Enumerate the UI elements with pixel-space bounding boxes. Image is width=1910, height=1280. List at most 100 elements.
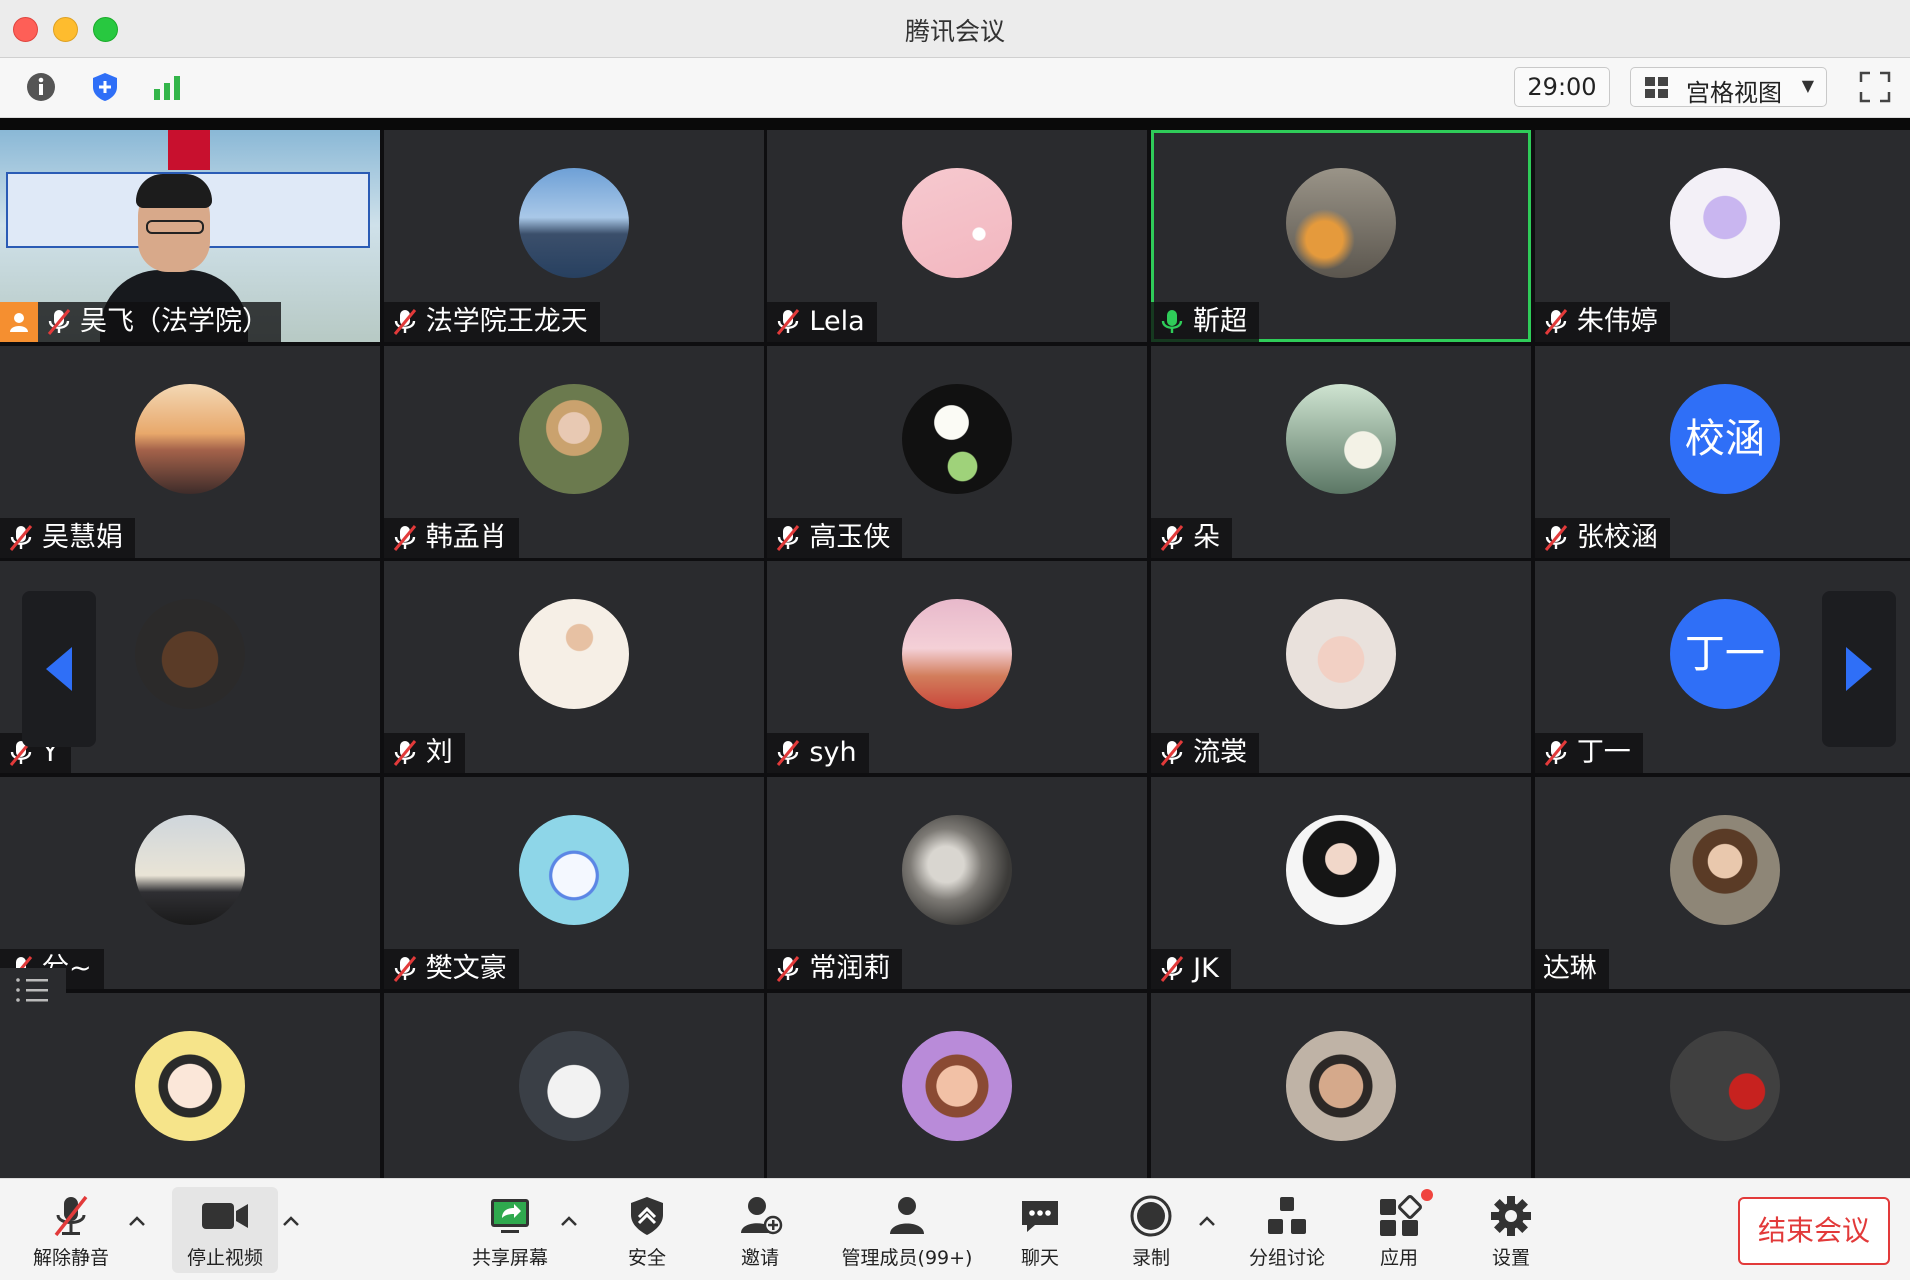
stop-video-button[interactable]: 停止视频 <box>172 1187 278 1273</box>
avatar: 校涵 <box>1669 383 1780 494</box>
participant-name: 吴飞（法学院） <box>80 306 269 338</box>
participant-name: 丁一 <box>1576 737 1631 769</box>
participant-tile[interactable]: syh <box>767 561 1148 774</box>
participant-nameplate: 高玉侠 <box>767 517 903 558</box>
chevron-up-icon[interactable] <box>558 1211 580 1233</box>
glasses-icon <box>146 220 204 234</box>
record-label: 录制 <box>1131 1247 1170 1269</box>
participant-nameplate: 吴飞（法学院） <box>0 302 281 343</box>
video-camera-icon <box>202 1203 248 1229</box>
participant-tile[interactable]: 韩孟肖 <box>383 345 764 558</box>
fullscreen-icon[interactable] <box>1858 70 1892 104</box>
participant-tile[interactable] <box>383 992 764 1178</box>
participant-name: 樊文豪 <box>425 953 507 985</box>
end-meeting-button[interactable]: 结束会议 <box>1738 1197 1890 1265</box>
avatar <box>1669 1030 1780 1141</box>
participant-tile[interactable]: 樊文豪 <box>383 777 764 990</box>
next-page-button[interactable] <box>1822 591 1896 747</box>
participant-tile[interactable]: 常润莉 <box>767 777 1148 990</box>
muted-mic-icon <box>1160 524 1184 551</box>
meeting-timer: 29:00 <box>1514 67 1610 107</box>
participant-name: 法学院王龙天 <box>425 306 588 338</box>
participant-tile[interactable] <box>1534 992 1910 1178</box>
previous-page-button[interactable] <box>22 591 96 747</box>
avatar <box>135 815 246 926</box>
view-mode-dropdown[interactable]: 宫格视图 ▼ <box>1630 67 1827 107</box>
participant-tile[interactable]: 兮~ <box>0 777 381 990</box>
avatar <box>1286 168 1397 278</box>
participant-tile[interactable]: 朱伟婷 <box>1534 130 1910 343</box>
manage-members-button[interactable]: 管理成员(99+) <box>822 1187 992 1273</box>
settings-button[interactable]: 设置 <box>1456 1187 1566 1273</box>
participant-tile[interactable]: 法学院王龙天 <box>383 130 764 343</box>
participant-tile[interactable]: 吴飞（法学院） <box>0 130 381 343</box>
members-icon <box>890 1197 924 1234</box>
participant-name: 刘 <box>425 737 453 769</box>
participant-tile[interactable]: 靳超 <box>1151 130 1532 343</box>
avatar <box>1669 815 1780 926</box>
participant-tile[interactable]: 达琳 <box>1534 777 1910 990</box>
participant-tile[interactable]: 校涵 张校涵 <box>1534 345 1910 558</box>
chat-label: 聊天 <box>1020 1247 1059 1269</box>
record-button[interactable]: 录制 <box>1096 1187 1206 1273</box>
avatar <box>1286 815 1397 926</box>
participant-nameplate: JK <box>1151 949 1231 990</box>
avatar <box>902 1030 1013 1141</box>
participant-nameplate: 樊文豪 <box>383 949 519 990</box>
shield-icon[interactable] <box>88 70 122 104</box>
avatar <box>135 383 246 494</box>
participant-tile[interactable]: 吴慧娟 <box>0 345 381 558</box>
muted-mic-icon <box>393 740 416 767</box>
participant-tile[interactable] <box>0 992 381 1178</box>
avatar <box>1286 1030 1397 1141</box>
avatar <box>902 383 1013 494</box>
avatar <box>135 599 246 710</box>
muted-mic-icon <box>54 1195 88 1237</box>
muted-mic-icon <box>777 524 800 551</box>
participant-nameplate: 达琳 <box>1534 949 1609 990</box>
speaker-hair <box>136 174 212 208</box>
participant-name: 吴慧娟 <box>42 521 123 553</box>
signal-strength-icon[interactable] <box>150 70 184 104</box>
chat-button[interactable]: 聊天 <box>985 1187 1095 1273</box>
participant-name: 靳超 <box>1193 306 1248 338</box>
participant-tile[interactable]: 刘 <box>383 561 764 774</box>
participant-tile[interactable] <box>767 992 1148 1178</box>
muted-mic-icon <box>393 309 416 335</box>
manage-members-label: 管理成员(99+) <box>841 1247 973 1269</box>
participant-tile[interactable]: Lela <box>767 130 1148 343</box>
participant-nameplate: 流裳 <box>1151 733 1260 774</box>
avatar <box>1286 383 1397 494</box>
participant-tile[interactable]: JK <box>1151 777 1532 990</box>
breakout-rooms-button[interactable]: 分组讨论 <box>1232 1187 1342 1273</box>
grid-top-border <box>0 118 1910 130</box>
participant-name: syh <box>809 737 857 769</box>
apps-icon <box>1380 1195 1422 1236</box>
chevron-up-icon[interactable] <box>126 1211 148 1233</box>
apps-label: 应用 <box>1379 1247 1418 1269</box>
gear-icon <box>1491 1196 1531 1236</box>
muted-mic-icon <box>1544 309 1567 335</box>
apps-button[interactable]: 应用 <box>1344 1187 1454 1273</box>
chevron-up-icon[interactable] <box>1196 1211 1218 1233</box>
chevron-up-icon[interactable] <box>280 1211 302 1233</box>
participant-nameplate: 吴慧娟 <box>0 517 135 558</box>
share-screen-button[interactable]: 共享屏幕 <box>455 1187 565 1273</box>
title-bar: 腾讯会议 <box>0 0 1910 58</box>
participant-nameplate: 法学院王龙天 <box>383 302 600 343</box>
participant-nameplate: 常润莉 <box>767 949 903 990</box>
notification-dot <box>1421 1189 1433 1201</box>
unmute-button[interactable]: 解除静音 <box>16 1187 126 1273</box>
info-icon[interactable] <box>24 70 58 104</box>
invite-button[interactable]: 邀请 <box>705 1187 815 1273</box>
participant-list-toggle[interactable] <box>0 968 66 1012</box>
chat-bubble-icon <box>1022 1201 1058 1232</box>
participant-tile[interactable]: 朵 <box>1151 345 1532 558</box>
participant-tile[interactable]: 高玉侠 <box>767 345 1148 558</box>
list-icon <box>16 978 48 1002</box>
participant-tile[interactable]: 流裳 <box>1151 561 1532 774</box>
security-button[interactable]: 安全 <box>592 1187 702 1273</box>
participant-tile[interactable] <box>1151 992 1532 1178</box>
shield-icon <box>631 1197 663 1235</box>
avatar <box>518 168 629 278</box>
